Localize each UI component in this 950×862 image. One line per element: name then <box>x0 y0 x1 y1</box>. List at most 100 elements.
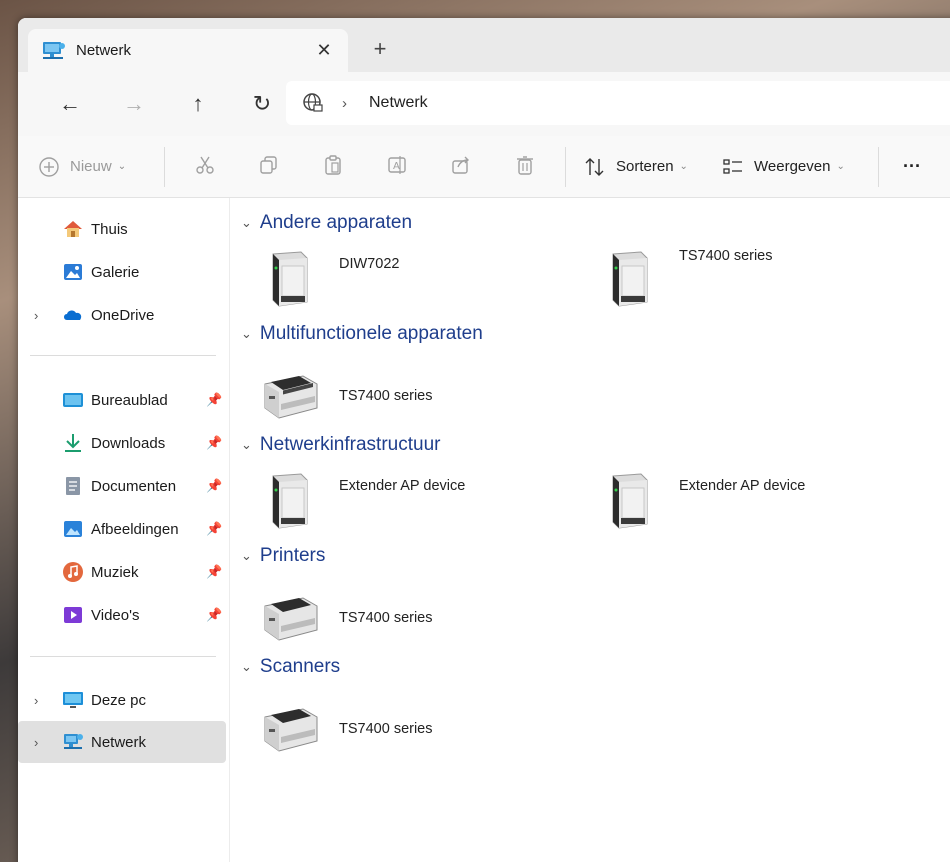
gallery-icon <box>64 264 82 280</box>
command-bar: Nieuw ⌄ A Sorteren ⌄ Weergeven ⌄ ··· <box>18 136 950 198</box>
sidebar-item-label: Thuis <box>91 220 128 238</box>
sort-button[interactable]: Sorteren ⌄ <box>574 156 714 178</box>
device-item[interactable]: DIW7022 <box>261 248 561 312</box>
pin-icon[interactable]: 📌 <box>206 435 222 451</box>
chevron-down-icon[interactable]: ⌄ <box>241 437 252 453</box>
chevron-right-icon[interactable]: › <box>34 693 38 708</box>
paste-icon[interactable] <box>301 154 365 180</box>
device-item[interactable]: TS7400 series <box>601 248 901 312</box>
pin-icon[interactable]: 📌 <box>206 521 222 537</box>
group-title: Andere apparaten <box>259 212 413 233</box>
printer-icon <box>264 597 318 641</box>
monitor-icon <box>63 692 83 708</box>
group-header-netwerkinfrastructuur[interactable]: ⌄ Netwerkinfrastructuur <box>241 434 440 456</box>
printer-icon <box>264 708 318 752</box>
group-header-andere-apparaten[interactable]: ⌄ Andere apparaten <box>241 212 412 234</box>
tab-netwerk[interactable]: Netwerk ✕ <box>28 29 348 72</box>
device-label: TS7400 series <box>679 248 773 264</box>
download-icon <box>65 434 81 452</box>
pin-icon[interactable]: 📌 <box>206 607 222 623</box>
chevron-down-icon[interactable]: ⌄ <box>241 548 252 564</box>
new-label: Nieuw <box>70 158 112 175</box>
sidebar-item-bureaublad[interactable]: Bureaublad 📌 <box>18 379 226 421</box>
chevron-right-icon[interactable]: › <box>34 308 38 323</box>
sidebar-item-onedrive[interactable]: › OneDrive <box>18 294 226 336</box>
chevron-down-icon[interactable]: ⌄ <box>241 215 252 231</box>
address-bar[interactable]: › Netwerk <box>286 81 950 125</box>
sidebar-item-label: OneDrive <box>91 306 155 324</box>
chevron-right-icon[interactable]: › <box>34 735 38 750</box>
svg-text:A: A <box>393 161 400 172</box>
pin-icon[interactable]: 📌 <box>206 478 222 494</box>
sidebar-item-deze-pc[interactable]: › Deze pc <box>18 679 226 721</box>
cut-icon[interactable] <box>173 154 237 180</box>
breadcrumb-netwerk[interactable]: Netwerk <box>369 94 428 112</box>
toolbar-divider <box>878 146 879 187</box>
toolbar-divider <box>565 146 566 187</box>
view-button[interactable]: Weergeven ⌄ <box>714 156 870 178</box>
pin-icon[interactable]: 📌 <box>206 564 222 580</box>
computer-tower-icon <box>272 473 308 529</box>
close-tab-icon[interactable]: ✕ <box>312 40 336 61</box>
group-header-scanners[interactable]: ⌄ Scanners <box>241 656 340 678</box>
refresh-button[interactable]: ↻ <box>230 91 294 117</box>
sort-icon <box>585 157 604 176</box>
rename-icon[interactable]: A <box>365 154 429 180</box>
document-icon <box>66 477 80 495</box>
new-button[interactable]: Nieuw ⌄ <box>38 156 156 178</box>
sidebar-item-label: Bureaublad <box>91 391 168 409</box>
sidebar-divider <box>30 656 216 657</box>
group-title: Scanners <box>259 656 341 677</box>
computer-tower-icon <box>612 251 648 307</box>
device-item[interactable]: TS7400 series <box>261 588 561 652</box>
view-label: Weergeven <box>754 158 831 175</box>
sidebar-item-muziek[interactable]: Muziek 📌 <box>18 551 226 593</box>
breadcrumb-chevron-icon[interactable]: › <box>342 95 347 112</box>
delete-icon[interactable] <box>493 154 557 180</box>
sidebar-item-videos[interactable]: Video's 📌 <box>18 594 226 636</box>
group-title: Multifunctionele apparaten <box>259 323 483 344</box>
device-label: TS7400 series <box>339 721 433 737</box>
chevron-down-icon: ⌄ <box>117 161 127 172</box>
chevron-down-icon: ⌄ <box>679 161 688 172</box>
file-explorer-window: Netwerk ✕ + ← → ↑ ↻ › Netwerk Nieuw ⌄ A … <box>18 18 950 862</box>
view-list-icon <box>723 158 742 174</box>
device-item[interactable]: TS7400 series <box>261 366 561 430</box>
forward-button[interactable]: → <box>102 91 166 117</box>
pin-icon[interactable]: 📌 <box>206 392 222 408</box>
sidebar-item-netwerk[interactable]: › Netwerk <box>18 721 226 763</box>
sidebar-item-label: Galerie <box>91 263 140 281</box>
navigation-pane: Thuis Galerie › OneDrive Bureaublad � <box>18 198 230 862</box>
copy-icon[interactable] <box>237 154 301 180</box>
globe-network-icon <box>303 93 323 112</box>
device-item[interactable]: Extender AP device <box>601 470 901 534</box>
chevron-down-icon[interactable]: ⌄ <box>241 326 252 342</box>
sidebar-item-label: Downloads <box>91 434 166 452</box>
device-label: TS7400 series <box>339 610 433 626</box>
sidebar-item-galerie[interactable]: Galerie <box>18 251 226 293</box>
sidebar-item-label: Deze pc <box>91 691 147 709</box>
toolbar-divider <box>164 146 165 187</box>
up-button[interactable]: ↑ <box>166 91 230 117</box>
group-title: Netwerkinfrastructuur <box>259 434 441 455</box>
desktop-icon <box>63 393 83 407</box>
sidebar-item-documenten[interactable]: Documenten 📌 <box>18 465 226 507</box>
share-icon[interactable] <box>429 154 493 180</box>
sidebar-divider <box>30 355 216 356</box>
plus-circle-icon <box>39 156 59 177</box>
device-item[interactable]: TS7400 series <box>261 699 561 763</box>
computer-tower-icon <box>612 473 648 529</box>
sidebar-item-label: Video's <box>91 606 140 624</box>
back-button[interactable]: ← <box>38 91 102 117</box>
group-title: Printers <box>259 545 326 566</box>
group-header-multifunctionele-apparaten[interactable]: ⌄ Multifunctionele apparaten <box>241 323 483 345</box>
sidebar-item-downloads[interactable]: Downloads 📌 <box>18 422 226 464</box>
more-options-button[interactable]: ··· <box>887 156 937 177</box>
chevron-down-icon[interactable]: ⌄ <box>241 659 252 675</box>
network-icon <box>64 734 83 749</box>
group-header-printers[interactable]: ⌄ Printers <box>241 545 325 567</box>
new-tab-button[interactable]: + <box>368 36 392 62</box>
device-item[interactable]: Extender AP device <box>261 470 561 534</box>
sidebar-item-afbeeldingen[interactable]: Afbeeldingen 📌 <box>18 508 226 550</box>
sidebar-item-thuis[interactable]: Thuis <box>18 208 226 250</box>
